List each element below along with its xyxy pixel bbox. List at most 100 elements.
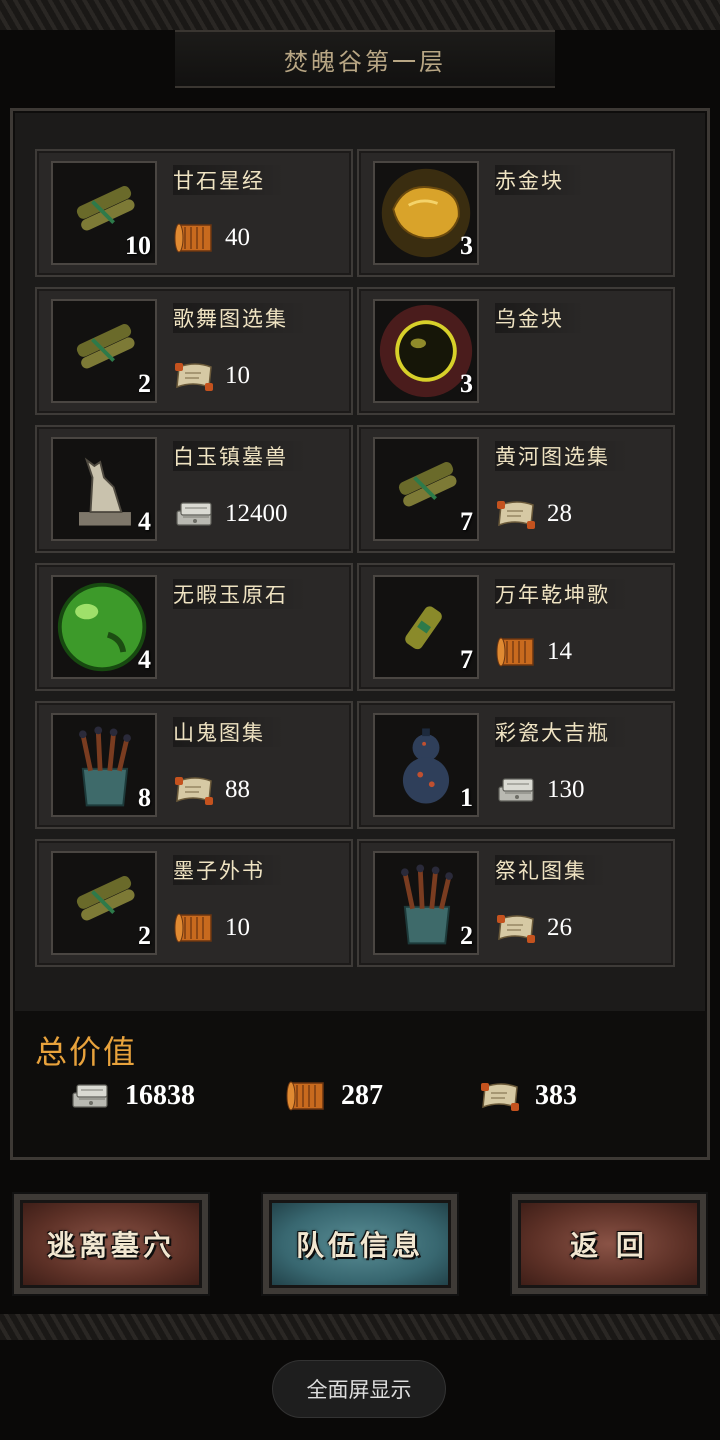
item-thumbnail: 7 <box>373 437 479 541</box>
level-title: 焚魄谷第一层 <box>284 47 446 76</box>
total-map: 383 <box>479 1079 577 1113</box>
silver-icon <box>176 502 212 526</box>
item-price: 26 <box>495 911 572 945</box>
loot-item-card[interactable]: 2 祭礼图集 26 <box>357 839 675 967</box>
level-title-bar: 焚魄谷第一层 <box>175 30 555 88</box>
item-name: 赤金块 <box>495 165 584 195</box>
back-button[interactable]: 返 回 <box>512 1194 706 1294</box>
escape-tomb-button[interactable]: 逃离墓穴 <box>14 1194 208 1294</box>
item-name: 乌金块 <box>495 303 584 333</box>
total-silver-value: 16838 <box>125 1080 195 1111</box>
item-thumbnail: 3 <box>373 161 479 265</box>
item-price: 130 <box>495 773 585 807</box>
map-icon <box>480 1082 520 1112</box>
item-price-value: 40 <box>225 224 250 251</box>
loot-item-card[interactable]: 1 彩瓷大吉瓶 130 <box>357 701 675 829</box>
item-price-value: 28 <box>547 500 572 527</box>
item-thumbnail: 7 <box>373 575 479 679</box>
item-name: 山鬼图集 <box>173 717 285 747</box>
scroll-icon <box>174 913 212 943</box>
item-quantity: 3 <box>460 369 473 398</box>
scroll-icon <box>286 1081 324 1111</box>
loot-panel: 10 甘石星经 40 3 赤金块 2 歌舞图选集 10 3 乌金块 4 白玉镇墓兽 12400 7 黄河图选… <box>10 108 710 1160</box>
item-price-value: 130 <box>547 776 585 803</box>
escape-tomb-label: 逃离墓穴 <box>46 1229 175 1262</box>
item-thumbnail: 2 <box>51 851 157 955</box>
fullscreen-display-label: 全面屏显示 <box>306 1378 412 1402</box>
item-name: 墨子外书 <box>173 855 285 885</box>
item-price: 14 <box>495 635 572 669</box>
item-price: 10 <box>173 911 250 945</box>
bottom-decorative-border <box>0 1314 720 1340</box>
item-quantity: 2 <box>460 921 473 950</box>
scroll-icon <box>496 637 534 667</box>
item-name: 彩瓷大吉瓶 <box>495 717 630 747</box>
item-thumbnail: 4 <box>51 437 157 541</box>
top-decorative-border <box>0 0 720 30</box>
item-price-value: 10 <box>225 914 250 941</box>
map-icon <box>174 362 214 392</box>
item-name: 万年乾坤歌 <box>495 579 630 609</box>
total-silver: 16838 <box>69 1079 195 1113</box>
item-price: 88 <box>173 773 250 807</box>
item-thumbnail: 3 <box>373 299 479 403</box>
team-info-label: 队伍信息 <box>295 1229 424 1262</box>
item-thumbnail: 10 <box>51 161 157 265</box>
item-price-value: 10 <box>225 362 250 389</box>
item-price-value: 88 <box>225 776 250 803</box>
loot-item-card[interactable]: 2 歌舞图选集 10 <box>35 287 353 415</box>
total-value-title: 总价值 <box>35 1033 138 1071</box>
item-price: 12400 <box>173 497 288 531</box>
loot-item-card[interactable]: 7 万年乾坤歌 14 <box>357 563 675 691</box>
item-quantity: 2 <box>138 369 151 398</box>
loot-item-card[interactable]: 2 墨子外书 10 <box>35 839 353 967</box>
item-name: 白玉镇墓兽 <box>173 441 308 471</box>
item-thumbnail: 1 <box>373 713 479 817</box>
item-quantity: 10 <box>125 231 151 260</box>
map-icon <box>174 776 214 806</box>
item-name: 无暇玉原石 <box>173 579 308 609</box>
loot-item-card[interactable]: 7 黄河图选集 28 <box>357 425 675 553</box>
loot-item-card[interactable]: 4 白玉镇墓兽 12400 <box>35 425 353 553</box>
item-thumbnail: 8 <box>51 713 157 817</box>
item-name: 黄河图选集 <box>495 441 630 471</box>
item-price-value: 12400 <box>225 500 288 527</box>
item-quantity: 4 <box>138 507 151 536</box>
total-value-panel: 总价值 16838 287 383 <box>13 1011 707 1157</box>
item-name: 祭礼图集 <box>495 855 607 885</box>
total-scroll-value: 287 <box>341 1080 383 1111</box>
item-quantity: 3 <box>460 231 473 260</box>
loot-item-card[interactable]: 8 山鬼图集 88 <box>35 701 353 829</box>
item-quantity: 7 <box>460 507 473 536</box>
item-quantity: 8 <box>138 783 151 812</box>
total-scroll: 287 <box>285 1079 383 1113</box>
back-label: 返 回 <box>570 1229 648 1262</box>
map-icon <box>496 500 536 530</box>
item-name: 歌舞图选集 <box>173 303 308 333</box>
silver-icon <box>498 778 534 802</box>
map-icon <box>496 914 536 944</box>
item-quantity: 2 <box>138 921 151 950</box>
loot-item-card[interactable]: 3 赤金块 <box>357 149 675 277</box>
item-thumbnail: 2 <box>51 299 157 403</box>
item-price: 40 <box>173 221 250 255</box>
silver-icon <box>72 1084 108 1108</box>
item-name: 甘石星经 <box>173 165 285 195</box>
item-quantity: 1 <box>460 783 473 812</box>
loot-grid[interactable]: 10 甘石星经 40 3 赤金块 2 歌舞图选集 10 3 乌金块 4 白玉镇墓兽 12400 7 黄河图选… <box>35 149 685 1011</box>
loot-item-card[interactable]: 10 甘石星经 40 <box>35 149 353 277</box>
item-price-value: 26 <box>547 914 572 941</box>
scroll-icon <box>174 223 212 253</box>
item-price: 10 <box>173 359 250 393</box>
fullscreen-display-button[interactable]: 全面屏显示 <box>272 1360 446 1418</box>
item-quantity: 4 <box>138 645 151 674</box>
item-thumbnail: 2 <box>373 851 479 955</box>
loot-item-card[interactable]: 3 乌金块 <box>357 287 675 415</box>
item-quantity: 7 <box>460 645 473 674</box>
item-price: 28 <box>495 497 572 531</box>
item-thumbnail: 4 <box>51 575 157 679</box>
loot-item-card[interactable]: 4 无暇玉原石 <box>35 563 353 691</box>
team-info-button[interactable]: 队伍信息 <box>263 1194 457 1294</box>
item-price-value: 14 <box>547 638 572 665</box>
total-map-value: 383 <box>535 1080 577 1111</box>
